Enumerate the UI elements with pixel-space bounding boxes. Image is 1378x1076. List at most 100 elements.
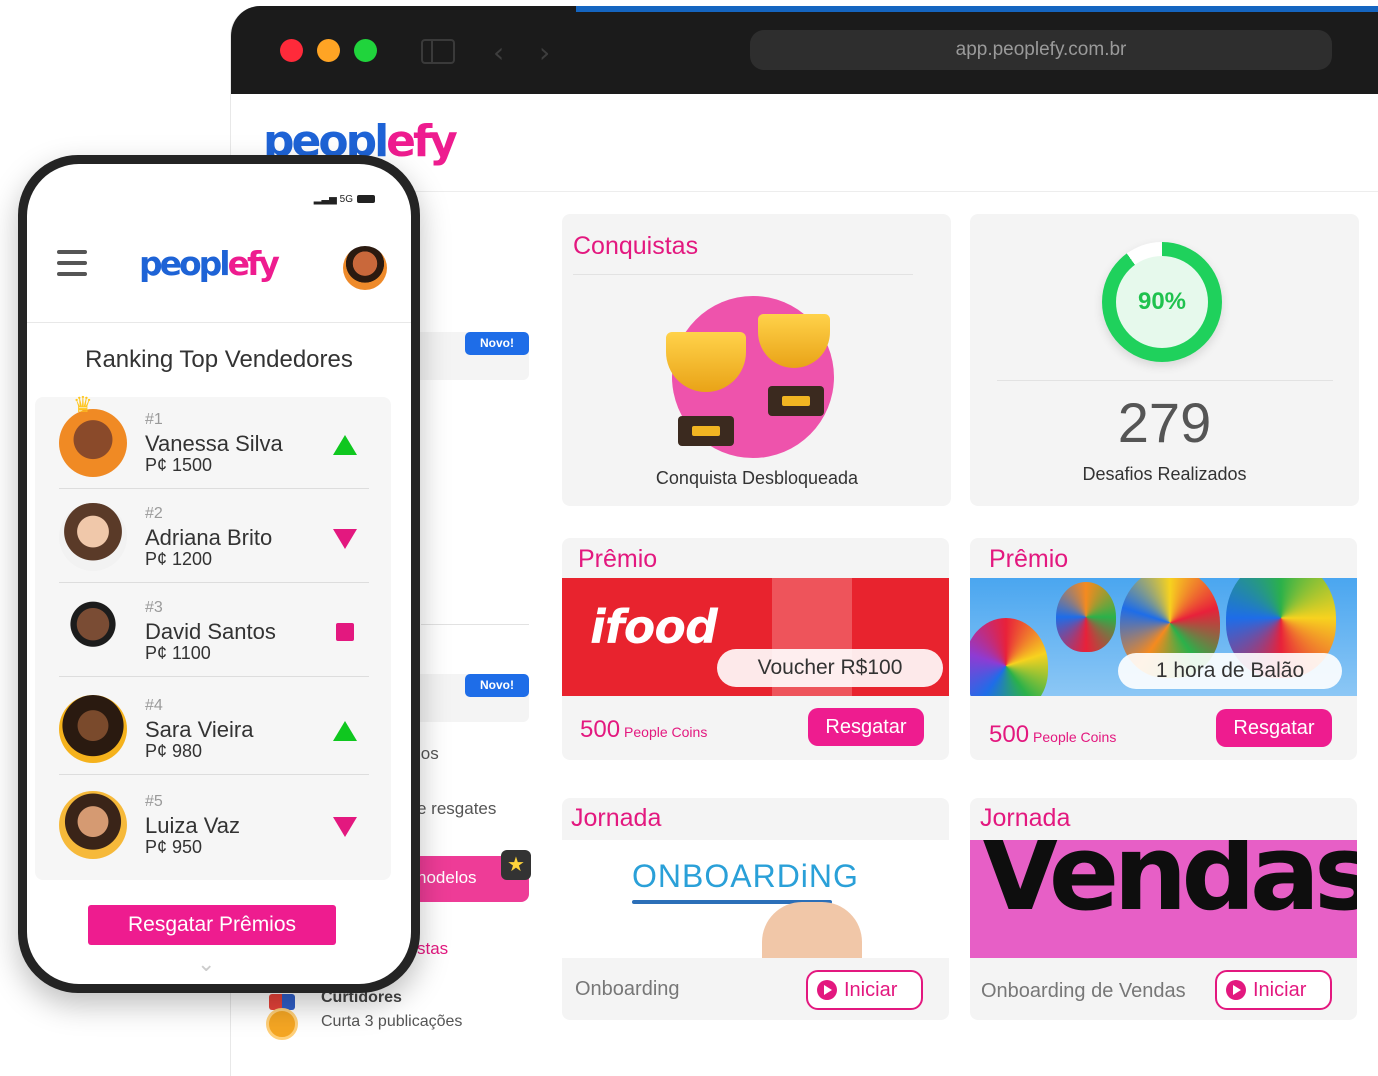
progress-percent: 90% (1116, 256, 1208, 348)
play-icon (1226, 980, 1246, 1000)
trophy-base (678, 416, 734, 446)
journey-caption: Onboarding de Vendas (981, 980, 1186, 1002)
ranking-row[interactable]: #3 David Santos P¢ 1100 (55, 585, 371, 677)
seller-points: P¢ 1500 (145, 455, 213, 475)
avatar (59, 695, 127, 763)
sidebar-item-label[interactable]: stas (417, 939, 448, 959)
start-button[interactable]: Iniciar (806, 970, 923, 1010)
rank-position: #3 (145, 599, 163, 616)
achievement-caption: Conquista Desbloqueada (655, 468, 859, 488)
rank-position: #4 (145, 697, 163, 714)
seller-points: P¢ 950 (145, 837, 203, 857)
play-icon (817, 980, 837, 1000)
address-bar[interactable]: app.peoplefy.com.br (750, 30, 1332, 70)
journey-caption: Onboarding (575, 978, 680, 1000)
chevron-down-icon[interactable]: ⌄ (197, 952, 219, 977)
sidebar-item-label[interactable]: e resgates (417, 799, 496, 819)
avatar (59, 597, 127, 665)
reward-card-ifood[interactable]: Prêmio ifood Voucher R$100 500 People Coi… (562, 538, 949, 760)
new-badge: Novo! (465, 332, 529, 355)
maximize-window-button[interactable] (354, 39, 377, 62)
seller-name: Sara Vieira (145, 717, 254, 742)
ranking-row[interactable]: #2 Adriana Brito P¢ 1200 (55, 491, 371, 583)
onboarding-banner-text: ONBOARDiNG (632, 858, 859, 894)
challenges-caption: Desafios Realizados (1082, 464, 1247, 484)
hand-illustration (762, 902, 862, 958)
card-title: Prêmio (989, 545, 1069, 573)
sidebar-toggle-icon[interactable] (421, 39, 455, 64)
seller-points: P¢ 980 (145, 741, 203, 761)
ifood-banner: ifood Voucher R$100 (562, 578, 949, 696)
hamburger-icon[interactable] (57, 250, 87, 280)
balloon-banner: 1 hora de Balão (970, 578, 1357, 696)
star-icon: ★ (501, 850, 531, 880)
vendas-banner-text: Vendas (980, 840, 1357, 934)
ranking-row[interactable]: #5 Luiza Vaz P¢ 950 (55, 779, 371, 871)
challenges-card[interactable]: 90% 279 Desafios Realizados (970, 214, 1359, 506)
card-divider (997, 380, 1333, 381)
status-bar: ▂▃▅ 5G (314, 194, 375, 205)
rank-position: #1 (145, 411, 163, 428)
card-title: Prêmio (578, 545, 658, 573)
redeem-button[interactable]: Resgatar (808, 708, 924, 746)
voucher-pill: Voucher R$100 (717, 649, 943, 687)
forward-arrow-icon[interactable]: › (539, 36, 550, 69)
trend-same-icon (336, 623, 354, 641)
ifood-logo: ifood (590, 600, 718, 654)
minimize-window-button[interactable] (317, 39, 340, 62)
coin-price: 500 People Coins (989, 721, 1117, 748)
battery-icon (357, 195, 375, 204)
back-arrow-icon[interactable]: ‹ (493, 36, 504, 69)
seller-name: David Santos (145, 619, 276, 644)
crown-icon: ♛ (73, 393, 93, 418)
user-avatar[interactable] (343, 246, 387, 290)
redeem-prizes-button[interactable]: Resgatar Prêmios (88, 905, 336, 945)
card-title: Jornada (571, 804, 662, 832)
close-window-button[interactable] (280, 39, 303, 62)
trend-down-icon (333, 529, 357, 549)
achievements-card[interactable]: Conquistas Conquista Desbloqueada (562, 214, 951, 506)
trend-down-icon (333, 817, 357, 837)
ranking-list: ♛ #1 Vanessa Silva P¢ 1500 #2 Adriana Br… (35, 393, 391, 880)
ranking-row[interactable]: ♛ #1 Vanessa Silva P¢ 1500 (55, 393, 371, 489)
rank-position: #5 (145, 793, 163, 810)
seller-points: P¢ 1100 (145, 643, 211, 663)
trend-up-icon (333, 435, 357, 455)
journey-card-vendas[interactable]: Jornada Vendas Onboarding de Vendas Inic… (970, 798, 1357, 1020)
phone-screen: ▂▃▅ 5G peoplefy Ranking Top Vendedores ♛… (27, 164, 411, 984)
rank-position: #2 (145, 505, 163, 522)
ranking-row[interactable]: #4 Sara Vieira P¢ 980 (55, 683, 371, 775)
card-title: Jornada (980, 804, 1071, 832)
reward-card-balloon[interactable]: Prêmio 1 hora de Balão 500 People Coins R… (970, 538, 1357, 760)
phone-logo: peoplefy (139, 244, 280, 283)
medal-icon (266, 994, 298, 1046)
achievement-subtitle: Curta 3 publicações (321, 1013, 463, 1030)
voucher-pill: 1 hora de Balão (1118, 653, 1342, 689)
journey-card-onboarding[interactable]: Jornada ONBOARDiNG Onboarding Iniciar (562, 798, 949, 1020)
phone-mockup: ▂▃▅ 5G peoplefy Ranking Top Vendedores ♛… (18, 155, 420, 993)
accent-line (576, 6, 1378, 12)
challenges-count: 279 (1117, 391, 1212, 454)
seller-name: Vanessa Silva (145, 431, 283, 456)
card-title: Conquistas (573, 232, 699, 260)
avatar (59, 791, 127, 859)
avatar (59, 409, 127, 477)
progress-ring: 90% (1102, 242, 1222, 362)
start-button[interactable]: Iniciar (1215, 970, 1332, 1010)
sidebar-divider (421, 624, 529, 625)
seller-points: P¢ 1200 (145, 549, 213, 569)
trophy-base (768, 386, 824, 416)
header-divider (27, 322, 411, 323)
coin-price: 500 People Coins (580, 716, 708, 743)
sidebar-item-label[interactable]: ios (417, 744, 439, 764)
ranking-title: Ranking Top Vendedores (85, 346, 353, 373)
avatar (59, 503, 127, 571)
seller-name: Luiza Vaz (145, 813, 240, 838)
onboarding-banner: ONBOARDiNG (562, 840, 949, 958)
new-badge: Novo! (465, 674, 529, 697)
seller-name: Adriana Brito (145, 525, 273, 550)
card-divider (573, 274, 913, 275)
browser-titlebar: ‹ › app.peoplefy.com.br (231, 6, 1378, 94)
trend-up-icon (333, 721, 357, 741)
redeem-button[interactable]: Resgatar (1216, 709, 1332, 747)
